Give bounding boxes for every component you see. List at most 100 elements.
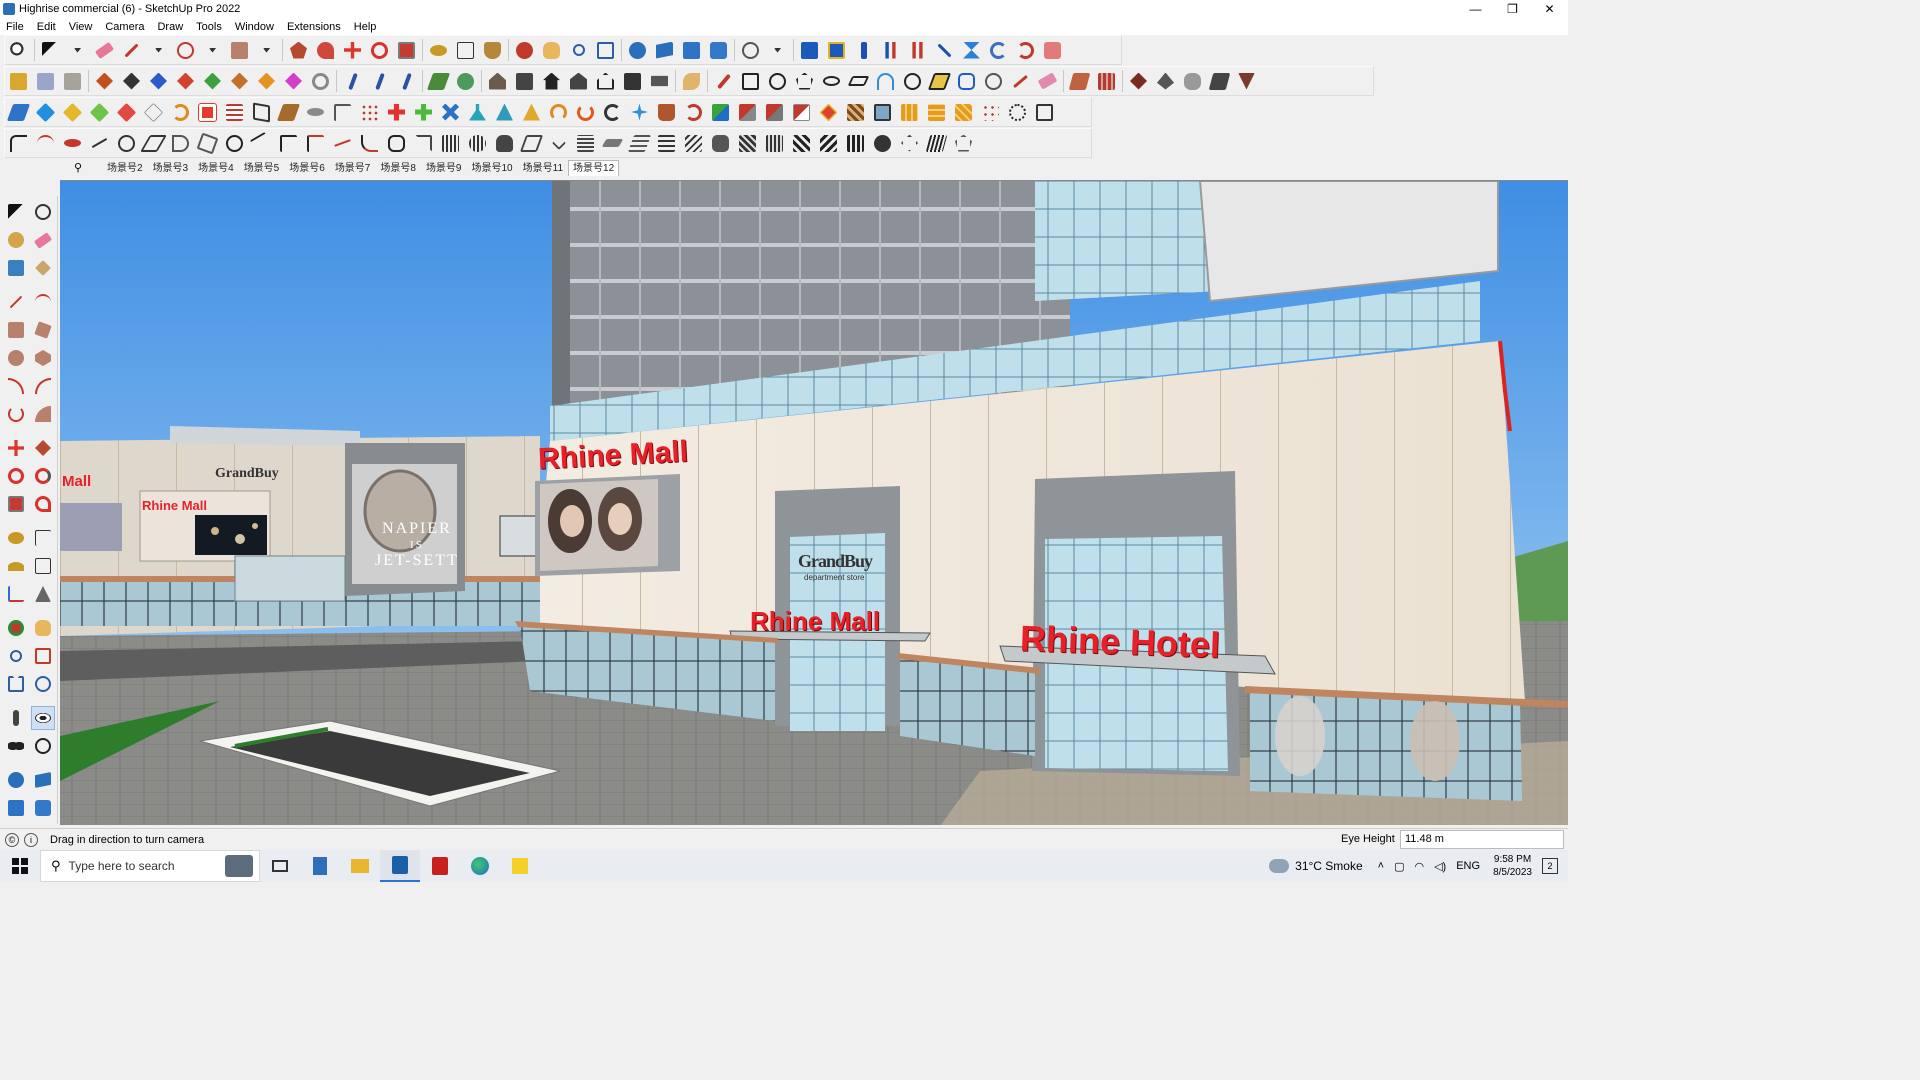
scene-tab[interactable]: 场景号2	[102, 160, 148, 176]
geo-location-icon[interactable]: ©	[5, 832, 19, 847]
plugin-tree-icon[interactable]	[491, 99, 518, 126]
plugin-hook-2-icon[interactable]	[572, 99, 599, 126]
plugin-return-icon[interactable]	[680, 99, 707, 126]
curve-tool-2-icon[interactable]	[32, 130, 59, 157]
curve-tool-28-icon[interactable]	[734, 130, 761, 157]
scene-tab-active[interactable]: 场景号12	[568, 159, 620, 176]
zoom-lens-icon[interactable]	[4, 644, 28, 668]
plugin-tool-2-icon[interactable]	[823, 37, 850, 64]
plugin-push-5-icon[interactable]	[199, 68, 226, 95]
rectangle-tool-icon[interactable]	[4, 318, 28, 342]
plugin-hook-icon[interactable]	[545, 99, 572, 126]
plugin-push-3-icon[interactable]	[145, 68, 172, 95]
curve-tool-1-icon[interactable]	[5, 130, 32, 157]
plugin-tool-7-icon[interactable]	[958, 37, 985, 64]
three-point-arc-icon[interactable]	[4, 402, 28, 426]
rectangle-icon[interactable]	[226, 37, 253, 64]
scene-render[interactable]	[60, 181, 1568, 825]
plugin-solid-2-icon[interactable]	[1125, 68, 1152, 95]
plugin-tool-6-icon[interactable]	[931, 37, 958, 64]
menu-camera[interactable]: Camera	[99, 21, 151, 33]
plugin-green-2-icon[interactable]	[452, 68, 479, 95]
volume-icon[interactable]: ◁)	[1434, 860, 1446, 873]
zoom-icon[interactable]	[5, 37, 32, 64]
plugin-push-1-icon[interactable]	[91, 68, 118, 95]
plugin-solid-5-icon[interactable]	[1206, 68, 1233, 95]
clock[interactable]: 9:58 PM 8/5/2023	[1493, 853, 1532, 879]
curve-tool-17-icon[interactable]	[437, 130, 464, 157]
materials-icon[interactable]	[32, 68, 59, 95]
scene-tab[interactable]: 场景号3	[148, 160, 194, 176]
plugin-shape-8-icon[interactable]	[926, 68, 953, 95]
move-icon[interactable]	[339, 37, 366, 64]
paint-icon[interactable]	[4, 228, 28, 252]
layer-blue-2-icon[interactable]	[32, 99, 59, 126]
extension-warehouse-tool-icon[interactable]	[31, 768, 55, 792]
dimension-icon[interactable]	[31, 526, 55, 550]
scene-search-icon[interactable]: ⚲	[68, 161, 88, 174]
curve-tool-36-icon[interactable]	[950, 130, 977, 157]
pan-tool-icon[interactable]	[31, 616, 55, 640]
notification-center-icon[interactable]: 2	[1542, 858, 1558, 874]
curve-tool-32-icon[interactable]	[842, 130, 869, 157]
paint-bucket-icon[interactable]	[479, 37, 506, 64]
push-pull-tool-icon[interactable]	[31, 436, 55, 460]
plugin-house-4-icon[interactable]	[592, 68, 619, 95]
curve-tool-22-icon[interactable]	[572, 130, 599, 157]
curve-tool-18-icon[interactable]	[464, 130, 491, 157]
layer-blue-1-icon[interactable]	[5, 99, 32, 126]
plugin-wood-icon[interactable]	[275, 99, 302, 126]
shape-dropdown-icon[interactable]	[253, 37, 280, 64]
plugin-corner-icon[interactable]	[329, 99, 356, 126]
curve-tool-6-icon[interactable]	[140, 130, 167, 157]
arc-tool-icon[interactable]	[4, 374, 28, 398]
menu-tools[interactable]: Tools	[190, 21, 229, 33]
plugin-orange-curve-icon[interactable]	[167, 99, 194, 126]
account-dropdown-icon[interactable]	[764, 37, 791, 64]
undo-icon[interactable]	[985, 37, 1012, 64]
plugin-push-2-icon[interactable]	[118, 68, 145, 95]
curve-tool-10-icon[interactable]	[248, 130, 275, 157]
plugin-tool-8-icon[interactable]	[1039, 37, 1066, 64]
layer-white-icon[interactable]	[140, 99, 167, 126]
start-button[interactable]	[0, 850, 40, 882]
plugin-shape-3-icon[interactable]	[791, 68, 818, 95]
plugin-green-1-icon[interactable]	[425, 68, 452, 95]
curve-tool-30-icon[interactable]	[788, 130, 815, 157]
plugin-push-4-icon[interactable]	[172, 68, 199, 95]
plugin-grid-icon[interactable]	[1093, 68, 1120, 95]
line-icon[interactable]	[4, 290, 28, 314]
wifi-icon[interactable]: ◠	[1414, 860, 1424, 873]
extension-manager-tool-icon[interactable]	[31, 796, 55, 820]
eraser-icon[interactable]	[91, 37, 118, 64]
plugin-frame-icon[interactable]	[248, 99, 275, 126]
curve-tool-19-icon[interactable]	[491, 130, 518, 157]
plugin-solid-6-icon[interactable]	[1233, 68, 1260, 95]
sketchup-app[interactable]	[380, 850, 420, 882]
rotate-icon[interactable]	[366, 37, 393, 64]
curve-tool-16-icon[interactable]	[410, 130, 437, 157]
menu-extensions[interactable]: Extensions	[281, 21, 348, 33]
plugin-shape-5-icon[interactable]	[845, 68, 872, 95]
plugin-house-5-icon[interactable]	[619, 68, 646, 95]
measurements-box[interactable]: 11.48 m	[1400, 830, 1564, 849]
plugin-mix-1-icon[interactable]	[707, 99, 734, 126]
plugin-scatter-icon[interactable]	[977, 99, 1004, 126]
rotated-rectangle-icon[interactable]	[31, 318, 55, 342]
curve-tool-9-icon[interactable]	[221, 130, 248, 157]
follow-me-icon[interactable]	[312, 37, 339, 64]
extension-manager-icon[interactable]	[705, 37, 732, 64]
zoom-extents-icon[interactable]	[592, 37, 619, 64]
plugin-mix-6-icon[interactable]	[842, 99, 869, 126]
plugin-push-6-icon[interactable]	[226, 68, 253, 95]
plugin-grid-orange-1-icon[interactable]	[896, 99, 923, 126]
layout-tool-icon[interactable]	[4, 796, 28, 820]
zoom-extents-tool-icon[interactable]	[4, 672, 28, 696]
plugin-flask-icon[interactable]	[464, 99, 491, 126]
position-camera-icon[interactable]	[4, 706, 28, 730]
scene-tab[interactable]: 场景号10	[467, 160, 518, 176]
zoom-window-icon[interactable]	[31, 644, 55, 668]
curve-tool-27-icon[interactable]	[707, 130, 734, 157]
polygon-icon[interactable]	[31, 346, 55, 370]
pie-icon[interactable]	[31, 402, 55, 426]
